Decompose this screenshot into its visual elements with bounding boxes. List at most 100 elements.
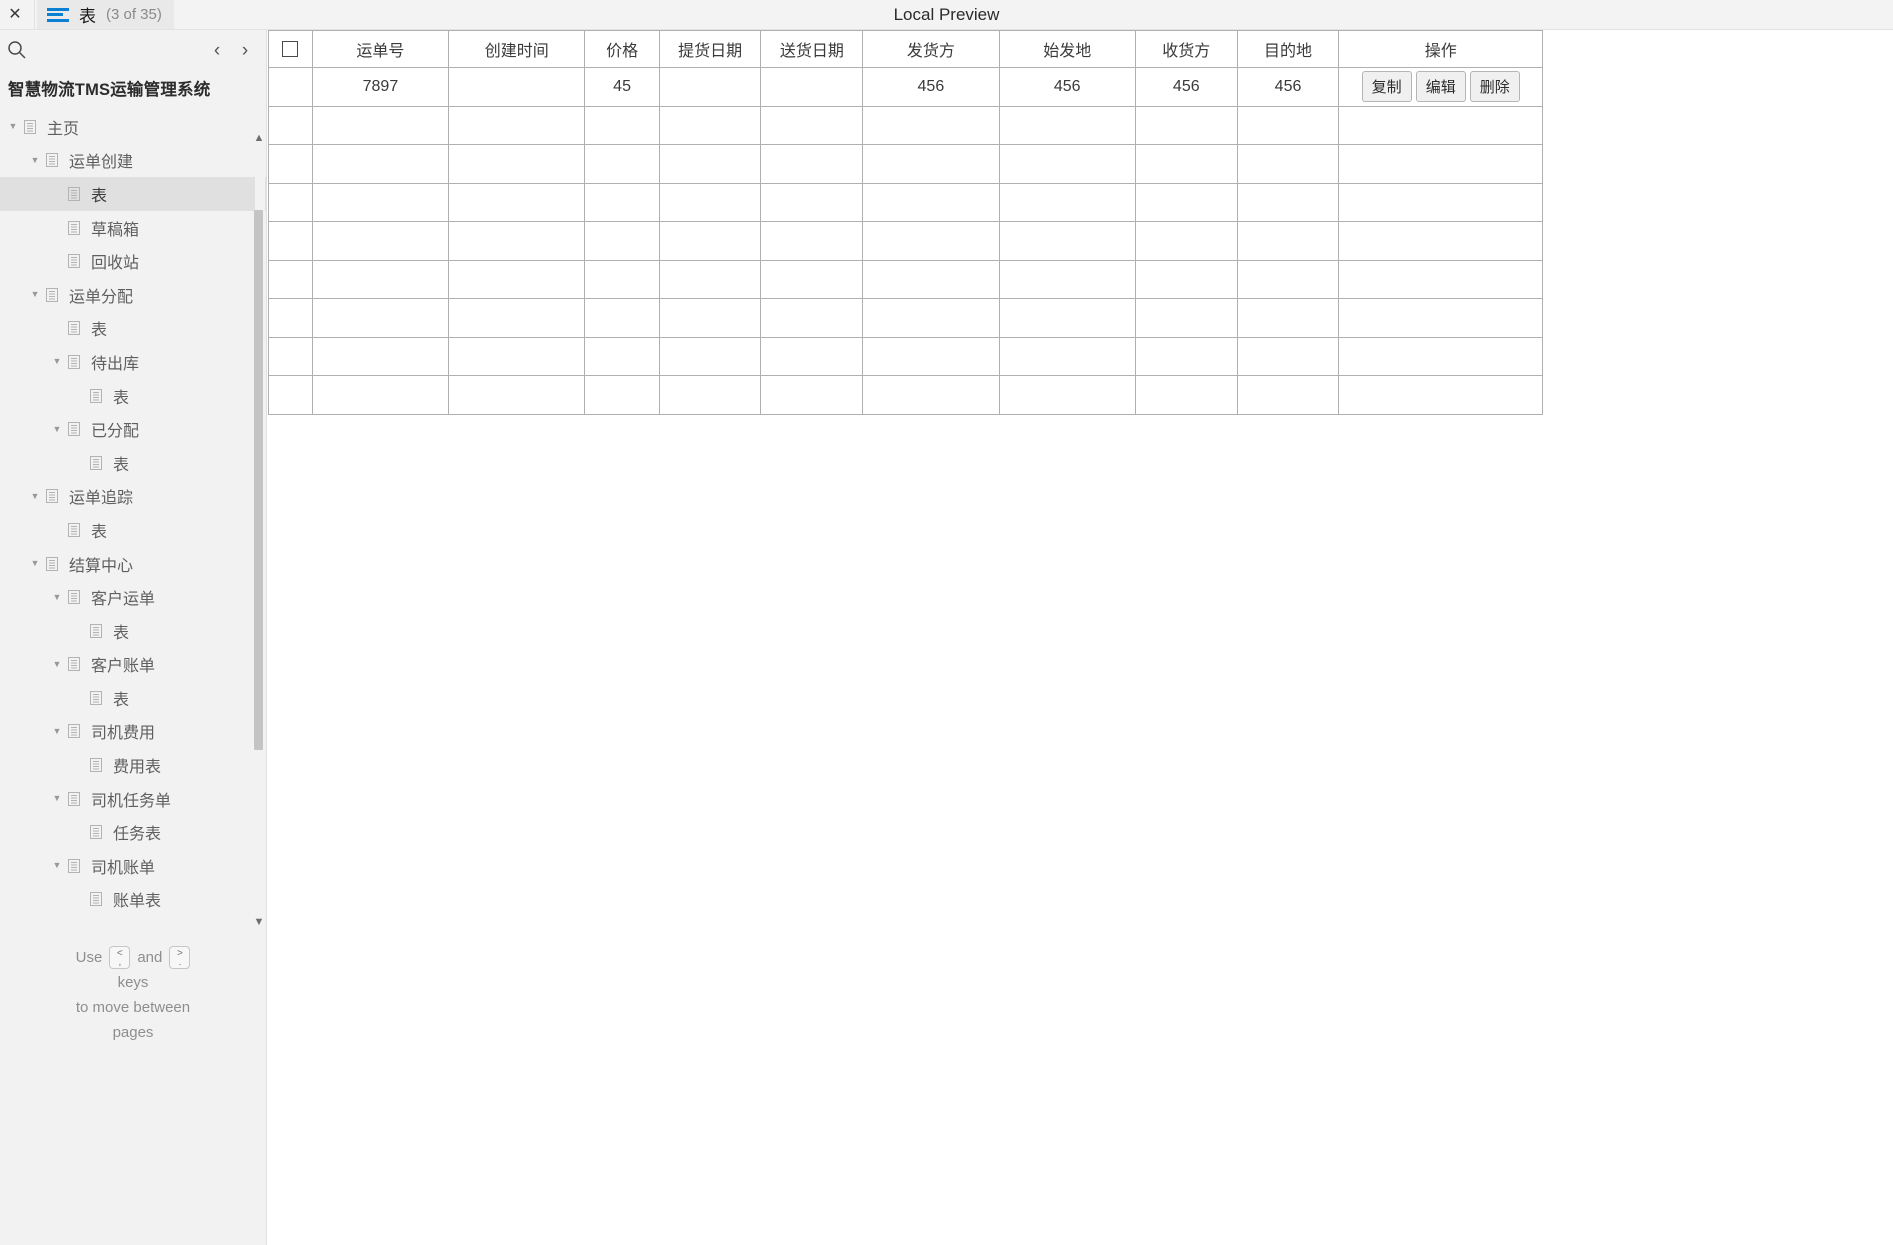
table-cell[interactable] [760, 336, 864, 376]
table-cell[interactable] [311, 144, 450, 184]
table-cell[interactable] [998, 105, 1136, 145]
table-cell[interactable] [268, 105, 313, 145]
table-cell[interactable] [1236, 298, 1340, 338]
chevron-down-icon[interactable]: ▼ [48, 357, 66, 366]
table-cell[interactable] [862, 259, 1000, 299]
sidebar-item-8[interactable]: ▼表 [0, 379, 266, 413]
copy-button[interactable]: 复制 [1361, 71, 1412, 103]
table-row[interactable] [268, 259, 1543, 299]
table-cell[interactable] [998, 259, 1136, 299]
table-cell[interactable] [998, 182, 1136, 222]
table-cell[interactable] [311, 375, 450, 415]
sidebar-item-11[interactable]: ▼ 运单追踪 [0, 480, 266, 514]
sidebar-item-5[interactable]: ▼ 运单分配 [0, 278, 266, 312]
chevron-down-icon[interactable]: ▼ [48, 794, 66, 803]
scroll-down-icon[interactable]: ▼ [253, 916, 265, 928]
table-cell[interactable] [1236, 182, 1340, 222]
table-cell[interactable] [658, 221, 762, 261]
table-row[interactable] [268, 298, 1543, 338]
table-cell[interactable]: 456 [1236, 67, 1340, 107]
table-cell[interactable] [448, 105, 586, 145]
table-cell[interactable] [760, 67, 864, 107]
table-cell[interactable] [1134, 259, 1238, 299]
table-cell[interactable] [1236, 221, 1340, 261]
table-cell[interactable] [448, 298, 586, 338]
table-cell[interactable] [584, 298, 660, 338]
table-cell[interactable] [760, 221, 864, 261]
chevron-down-icon[interactable]: ▼ [48, 659, 66, 669]
table-cell[interactable] [448, 259, 586, 299]
table-cell[interactable] [1134, 144, 1238, 184]
table-cell[interactable] [311, 259, 450, 299]
table-cell[interactable] [1134, 105, 1238, 145]
table-cell[interactable] [268, 375, 313, 415]
table-cell[interactable] [268, 221, 313, 261]
table-cell[interactable] [658, 67, 762, 107]
table-cell[interactable] [584, 336, 660, 376]
table-cell[interactable]: 456 [998, 67, 1136, 107]
table-cell[interactable] [311, 221, 450, 261]
table-cell[interactable] [448, 182, 586, 222]
sidebar-item-0[interactable]: ▼ 主页 [0, 110, 266, 144]
table-cell[interactable] [268, 336, 313, 376]
sidebar-item-20[interactable]: ▼ 司机任务单 [0, 782, 266, 816]
table-cell[interactable] [1134, 336, 1238, 376]
table-cell[interactable] [584, 144, 660, 184]
table-cell[interactable] [268, 67, 313, 107]
sidebar-item-17[interactable]: ▼表 [0, 681, 266, 715]
table-cell[interactable] [311, 298, 450, 338]
chevron-down-icon[interactable]: ▼ [48, 424, 66, 434]
chevron-down-icon[interactable]: ▼ [26, 155, 44, 165]
chevron-down-icon[interactable]: ▼ [48, 592, 66, 602]
sidebar-item-22[interactable]: ▼ 司机账单 [0, 849, 266, 883]
edit-button[interactable]: 编辑 [1415, 71, 1466, 103]
table-cell[interactable] [760, 298, 864, 338]
sidebar-scrollbar-track[interactable] [254, 118, 265, 928]
table-cell[interactable] [448, 144, 586, 184]
table-cell[interactable] [448, 375, 586, 415]
sidebar-item-6[interactable]: ▼表 [0, 312, 266, 346]
table-cell[interactable] [862, 336, 1000, 376]
close-icon[interactable]: ✕ [0, 0, 30, 29]
select-all-checkbox[interactable] [282, 40, 299, 57]
table-row[interactable] [268, 182, 1543, 222]
table-cell[interactable] [760, 182, 864, 222]
tab-active[interactable]: 表 (3 of 35) [37, 0, 174, 29]
sidebar-item-12[interactable]: ▼表 [0, 513, 266, 547]
table-cell[interactable] [862, 221, 1000, 261]
table-cell[interactable]: 456 [1134, 67, 1238, 107]
table-cell[interactable] [862, 375, 1000, 415]
table-cell[interactable] [658, 182, 762, 222]
table-cell[interactable] [760, 105, 864, 145]
sidebar-item-13[interactable]: ▼ 结算中心 [0, 547, 266, 581]
prev-page-icon[interactable]: ‹ [210, 41, 224, 60]
table-row[interactable]: 7897 45 456 456 456 456 复制 编辑 删除 [268, 67, 1543, 107]
sidebar-item-19[interactable]: ▼ 费用表 [0, 748, 266, 782]
table-cell[interactable]: 7897 [311, 67, 450, 107]
table-cell[interactable] [584, 375, 660, 415]
table-cell[interactable] [658, 336, 762, 376]
sidebar-item-9[interactable]: ▼ 已分配 [0, 412, 266, 446]
table-cell[interactable]: 45 [584, 67, 660, 107]
table-cell[interactable] [998, 336, 1136, 376]
table-cell[interactable] [1134, 182, 1238, 222]
table-cell[interactable] [584, 182, 660, 222]
table-cell[interactable] [1236, 259, 1340, 299]
sidebar-item-16[interactable]: ▼ 客户账单 [0, 648, 266, 682]
table-row[interactable] [268, 105, 1543, 145]
table-cell[interactable] [584, 221, 660, 261]
chevron-down-icon[interactable]: ▼ [48, 726, 66, 736]
table-row[interactable] [268, 375, 1543, 415]
sidebar-item-21[interactable]: ▼ 任务表 [0, 815, 266, 849]
table-cell[interactable] [862, 144, 1000, 184]
table-cell[interactable] [448, 67, 586, 107]
table-row[interactable] [268, 336, 1543, 376]
chevron-down-icon[interactable]: ▼ [48, 861, 66, 870]
sidebar-item-10[interactable]: ▼表 [0, 446, 266, 480]
table-cell[interactable] [1236, 336, 1340, 376]
table-cell[interactable] [311, 336, 450, 376]
table-cell[interactable] [658, 105, 762, 145]
table-cell[interactable] [268, 144, 313, 184]
table-cell[interactable] [998, 298, 1136, 338]
chevron-down-icon[interactable]: ▼ [4, 122, 22, 131]
